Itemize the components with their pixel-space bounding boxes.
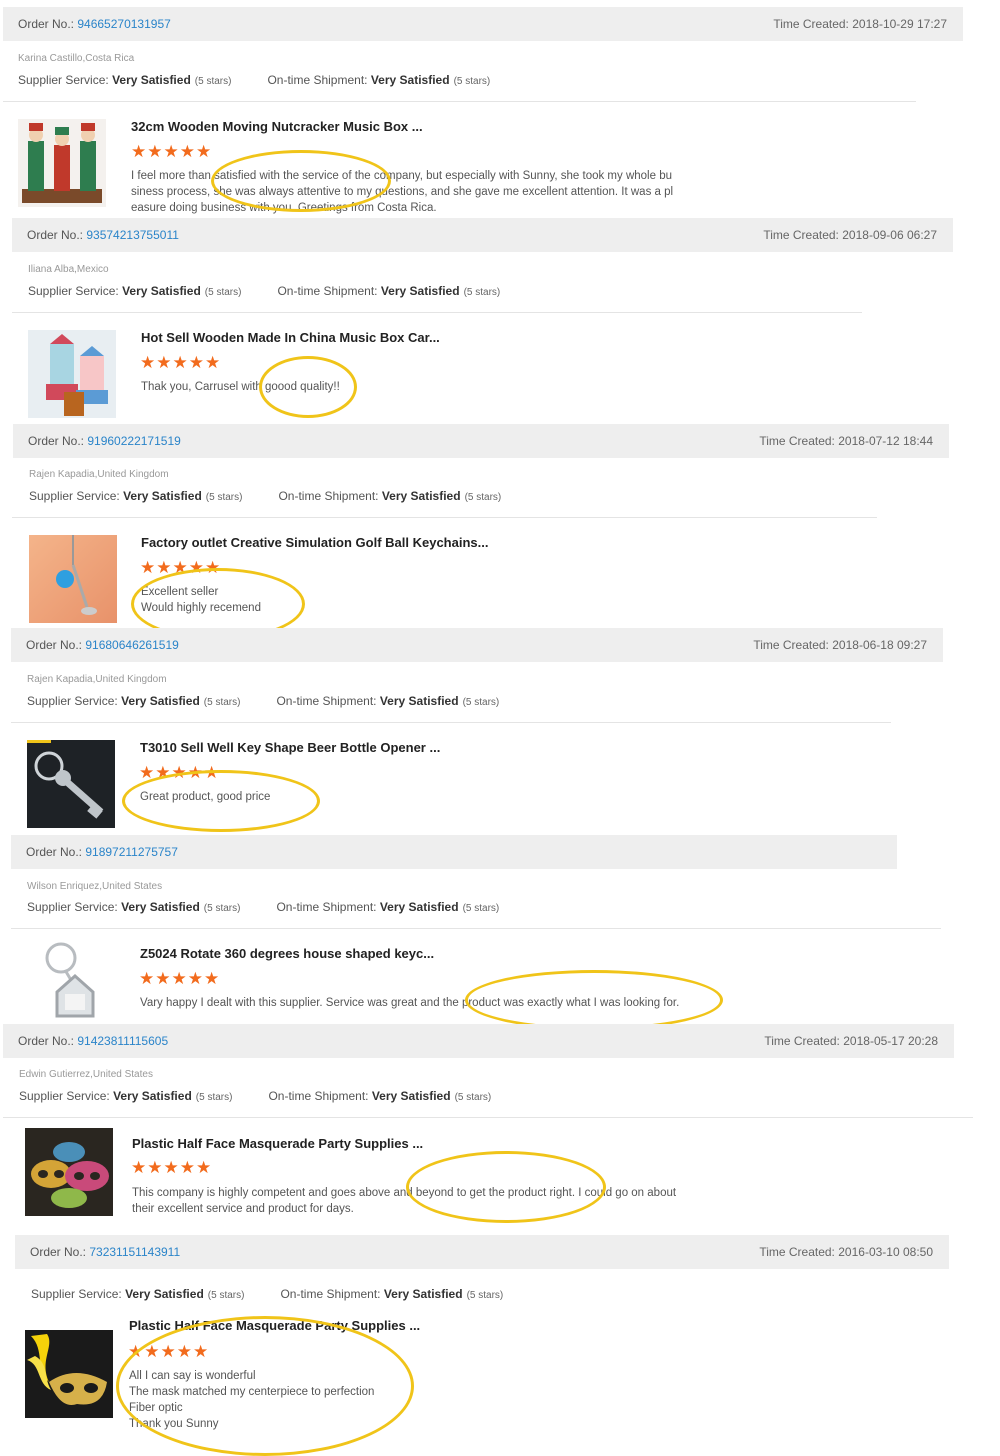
time-created: Time Created: 2016-03-10 08:50: [759, 1245, 933, 1259]
time-created: Time Created: 2018-05-17 20:28: [764, 1034, 938, 1048]
star-rating: ★★★★★: [128, 1342, 210, 1361]
divider: [11, 722, 891, 723]
order-number-link[interactable]: 91423811115605: [77, 1034, 168, 1048]
rating-line: Supplier Service: Very Satisfied (5 stars…: [28, 284, 501, 298]
order-number-link[interactable]: 93574213755011: [86, 228, 179, 242]
product-title[interactable]: Plastic Half Face Masquerade Party Suppl…: [129, 1318, 420, 1333]
buyer-name: Rajen Kapadia,United Kingdom: [27, 674, 167, 685]
star-rating: ★★★★★: [140, 558, 222, 577]
order-number-link[interactable]: 91680646261519: [85, 638, 178, 652]
order-number: Order No.: 91423811115605: [18, 1034, 169, 1048]
order-header: Order No.: 94665270131957 Time Created: …: [3, 7, 963, 41]
order-number: Order No.: 73231151143911: [30, 1245, 181, 1259]
buyer-name: Edwin Gutierrez,United States: [19, 1069, 153, 1080]
rating-line: Supplier Service: Very Satisfied (5 stars…: [27, 900, 500, 914]
review-text: Vary happy I dealt with this supplier. S…: [140, 997, 680, 1009]
star-rating: ★★★★★: [139, 969, 221, 988]
review-text: This company is highly competent and goe…: [132, 1187, 677, 1215]
buyer-name: Rajen Kapadia,United Kingdom: [29, 469, 169, 480]
buyer-name: Wilson Enriquez,United States: [27, 881, 163, 892]
star-rating: ★★★★★: [131, 1158, 213, 1177]
divider: [12, 517, 877, 518]
review-text: I feel more than satisfied with the serv…: [131, 170, 674, 214]
order-header: Order No.: 91680646261519 Time Created: …: [11, 628, 943, 662]
order-number-link[interactable]: 91960222171519: [87, 434, 180, 448]
divider: [3, 101, 916, 102]
buyer-name: Iliana Alba,Mexico: [28, 264, 109, 275]
order-number: Order No.: 91897211275757: [26, 845, 178, 859]
nutcracker-image[interactable]: [18, 119, 106, 207]
order-header: Order No.: 93574213755011 Time Created: …: [12, 218, 953, 252]
review-text: Great product, good price: [140, 791, 271, 803]
divider: [3, 1117, 973, 1118]
rating-line: Supplier Service: Very Satisfied (5 stars…: [19, 1089, 492, 1103]
product-title[interactable]: 32cm Wooden Moving Nutcracker Music Box …: [131, 119, 423, 134]
buyer-name: Karina Castillo,Costa Rica: [18, 53, 135, 64]
order-number: Order No.: 93574213755011: [27, 228, 179, 242]
star-rating: ★★★★★: [131, 142, 213, 161]
order-number-link[interactable]: 94665270131957: [77, 17, 170, 31]
review-text: Thak you, Carrusel with goood quality!!: [141, 381, 340, 393]
divider: [11, 928, 941, 929]
order-header: Order No.: 91423811115605 Time Created: …: [3, 1024, 954, 1058]
order-header: Order No.: 73231151143911 Time Created: …: [15, 1235, 949, 1269]
feather-mask-image[interactable]: [25, 1330, 113, 1418]
rating-line: Supplier Service: Very Satisfied (5 stars…: [27, 694, 500, 708]
rating-line: Supplier Service: Very Satisfied (5 stars…: [29, 489, 502, 503]
order-number-link[interactable]: 91897211275757: [85, 845, 178, 859]
golf-keychain-image[interactable]: [29, 535, 117, 623]
star-rating: ★★★★★: [140, 353, 222, 372]
review-text: All I can say is wonderful The mask matc…: [129, 1370, 375, 1430]
rating-line: Supplier Service: Very Satisfied (5 stars…: [31, 1287, 504, 1301]
product-title[interactable]: T3010 Sell Well Key Shape Beer Bottle Op…: [140, 740, 440, 755]
key-bottle-opener-image[interactable]: [27, 740, 115, 828]
order-header: Order No.: 91897211275757: [11, 835, 897, 869]
order-number: Order No.: 91960222171519: [28, 434, 181, 448]
order-number: Order No.: 91680646261519: [26, 638, 179, 652]
time-created: Time Created: 2018-07-12 18:44: [759, 434, 933, 448]
order-number-link[interactable]: 73231151143911: [89, 1245, 180, 1259]
product-title[interactable]: Factory outlet Creative Simulation Golf …: [141, 535, 488, 550]
order-number: Order No.: 94665270131957: [18, 17, 171, 31]
time-created: Time Created: 2018-06-18 09:27: [753, 638, 927, 652]
star-rating: ★★★★★: [139, 763, 221, 782]
time-created: Time Created: 2018-10-29 17:27: [773, 17, 947, 31]
time-created: Time Created: 2018-09-06 06:27: [763, 228, 937, 242]
carousel-music-box-image[interactable]: [28, 330, 116, 418]
masquerade-masks-image[interactable]: [25, 1128, 113, 1216]
product-title[interactable]: Hot Sell Wooden Made In China Music Box …: [141, 330, 440, 345]
product-title[interactable]: Plastic Half Face Masquerade Party Suppl…: [132, 1136, 423, 1151]
order-header: Order No.: 91960222171519 Time Created: …: [13, 424, 949, 458]
review-text: Excellent seller Would highly recemend: [141, 586, 261, 614]
product-title[interactable]: Z5024 Rotate 360 degrees house shaped ke…: [140, 946, 434, 961]
house-keychain-image[interactable]: [27, 938, 115, 1026]
rating-line: Supplier Service: Very Satisfied (5 stars…: [18, 73, 491, 87]
divider: [12, 312, 862, 313]
